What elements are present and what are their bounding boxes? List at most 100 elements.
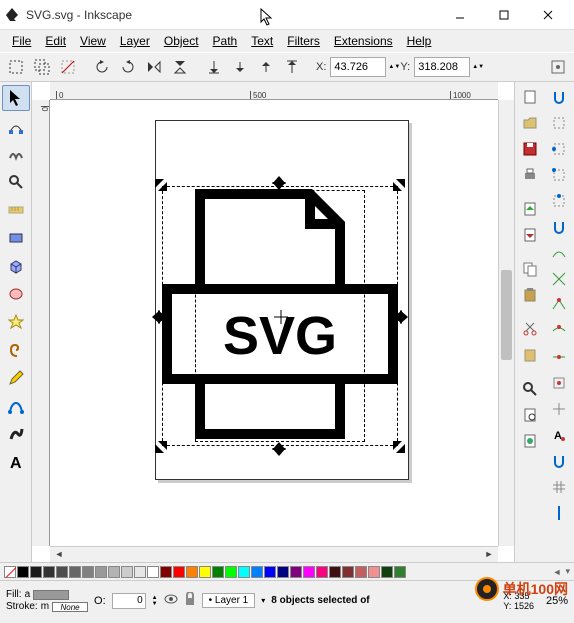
swatch[interactable] [329,566,341,578]
palette-menu-icon[interactable]: ▾ [565,566,570,577]
swatch[interactable] [303,566,315,578]
menu-view[interactable]: View [74,32,112,50]
swatch[interactable] [199,566,211,578]
swatch[interactable] [277,566,289,578]
scroll-left-icon[interactable]: ◄ [50,547,68,561]
ellipse-tool-icon[interactable] [2,281,30,307]
print-icon[interactable] [517,163,543,187]
x-input[interactable] [330,57,386,77]
raise-icon[interactable] [254,55,278,79]
snap-midpoint-icon[interactable] [546,345,572,369]
selection-center-cross[interactable] [274,310,288,324]
close-button[interactable] [526,1,570,29]
canvas[interactable]: SVG [50,100,498,546]
snap-bbox-edge-icon[interactable] [546,137,572,161]
y-input[interactable] [414,57,470,77]
handle-se[interactable] [392,440,406,454]
swatch-none[interactable] [4,566,16,578]
swatch[interactable] [43,566,55,578]
snap-bbox-icon[interactable] [546,111,572,135]
opacity-spinner-icon[interactable]: ▲▼ [152,595,158,607]
select-all-icon[interactable] [4,55,28,79]
swatch[interactable] [186,566,198,578]
export-icon[interactable] [517,223,543,247]
swatch[interactable] [134,566,146,578]
lock-icon[interactable] [184,592,196,609]
rectangle-tool-icon[interactable] [2,225,30,251]
cut-icon[interactable] [517,317,543,341]
swatch[interactable] [225,566,237,578]
snap-intersection-icon[interactable] [546,267,572,291]
new-doc-icon[interactable] [517,85,543,109]
snap-guide-icon[interactable] [546,501,572,525]
handle-s[interactable] [272,442,286,456]
fill-swatch[interactable] [33,590,69,600]
text-tool-icon[interactable]: A [2,449,30,475]
swatch[interactable] [121,566,133,578]
snap-bbox-midpoint-icon[interactable] [546,189,572,213]
flip-horizontal-icon[interactable] [142,55,166,79]
save-icon[interactable] [517,137,543,161]
zoom-tool-icon[interactable] [2,169,30,195]
swatch[interactable] [30,566,42,578]
ruler-vertical[interactable]: 0 [32,100,50,546]
layer-dropdown-icon[interactable]: ▾ [261,596,265,605]
handle-w[interactable] [152,310,166,324]
menu-help[interactable]: Help [401,32,438,50]
swatch[interactable] [212,566,224,578]
lower-to-bottom-icon[interactable] [202,55,226,79]
snap-node-icon[interactable] [546,215,572,239]
flip-vertical-icon[interactable] [168,55,192,79]
maximize-button[interactable] [482,1,526,29]
horizontal-scrollbar[interactable]: ◄ ► [50,546,498,562]
swatch[interactable] [82,566,94,578]
minimize-button[interactable] [438,1,482,29]
menu-file[interactable]: File [6,32,37,50]
swatch-black[interactable] [17,566,29,578]
handle-e[interactable] [394,310,408,324]
swatch[interactable] [381,566,393,578]
vertical-scrollbar[interactable] [498,100,514,546]
swatch[interactable] [160,566,172,578]
snap-center-icon[interactable] [546,371,572,395]
paste-icon[interactable] [517,283,543,307]
menu-extensions[interactable]: Extensions [328,32,399,50]
snap-bbox-corner-icon[interactable] [546,163,572,187]
layer-selector[interactable]: • Layer 1 [202,593,256,608]
menu-path[interactable]: Path [207,32,244,50]
x-spinner-icon[interactable]: ▲▼ [388,64,396,70]
palette-scroll-left-icon[interactable]: ◄ [553,567,562,577]
y-spinner-icon[interactable]: ▲▼ [472,64,480,70]
handle-nw[interactable] [154,178,168,192]
scroll-right-icon[interactable]: ► [480,547,498,561]
snap-enable-icon[interactable] [546,85,572,109]
menu-layer[interactable]: Layer [114,32,156,50]
handle-n[interactable] [272,176,286,190]
3dbox-tool-icon[interactable] [2,253,30,279]
menu-filters[interactable]: Filters [281,32,326,50]
menu-object[interactable]: Object [158,32,205,50]
import-icon[interactable] [517,197,543,221]
document-properties-icon[interactable] [517,429,543,453]
swatch[interactable] [69,566,81,578]
swatch[interactable] [342,566,354,578]
swatch[interactable] [355,566,367,578]
selector-tool-icon[interactable] [2,85,30,111]
star-tool-icon[interactable] [2,309,30,335]
ruler-horizontal[interactable]: 0 500 1000 [50,82,498,100]
deselect-icon[interactable] [56,55,80,79]
swatch[interactable] [251,566,263,578]
swatch[interactable] [316,566,328,578]
stroke-swatch[interactable]: None [52,602,88,612]
menu-edit[interactable]: Edit [39,32,72,50]
swatch[interactable] [394,566,406,578]
swatch[interactable] [264,566,276,578]
clipboard-icon[interactable] [517,343,543,367]
snap-smooth-icon[interactable] [546,319,572,343]
swatch[interactable] [368,566,380,578]
swatch[interactable] [56,566,68,578]
zoom-fit-icon[interactable] [517,377,543,401]
snap-rotation-icon[interactable] [546,397,572,421]
lower-icon[interactable] [228,55,252,79]
swatch[interactable] [173,566,185,578]
